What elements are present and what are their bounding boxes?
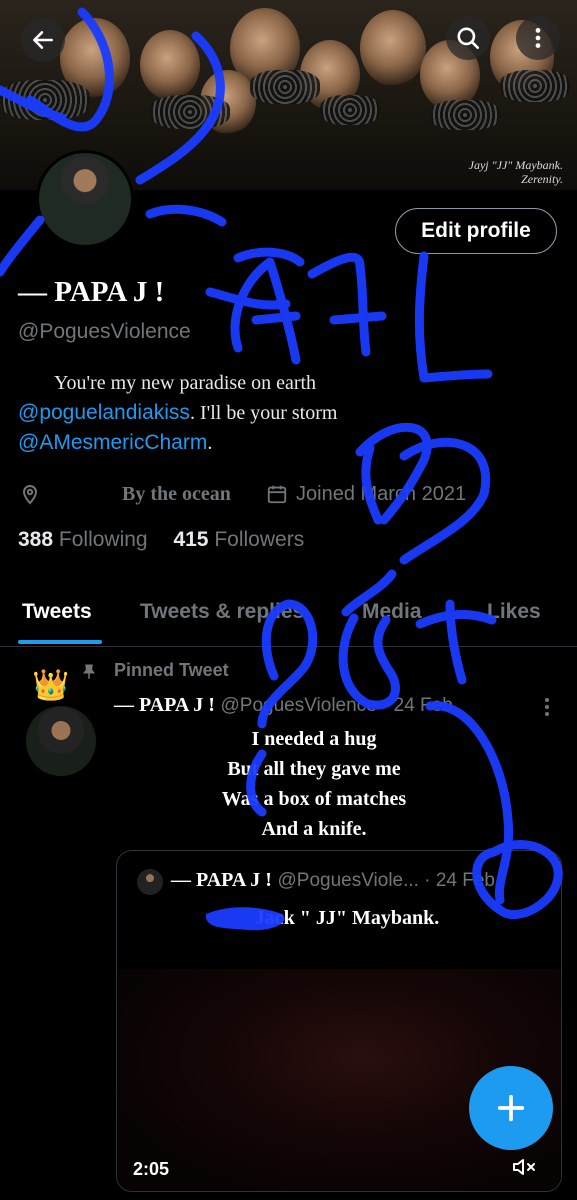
- profile-handle: @PoguesViolence: [18, 320, 191, 343]
- video-duration: 2:05: [133, 1159, 170, 1179]
- join-date-text: Joined March 2021: [296, 482, 467, 505]
- profile-name: — PAPA J !: [18, 276, 165, 308]
- plus-icon: [497, 1094, 525, 1122]
- banner-signature: Jayj "JJ" Maybank. Zerenity.: [468, 158, 563, 186]
- bio-line: You're my new paradise on earth: [54, 372, 317, 394]
- tweet-more-icon[interactable]: [540, 696, 554, 718]
- tweet-line: I needed a hug: [251, 728, 377, 750]
- tweet-avatar[interactable]: [26, 706, 96, 776]
- followers-label: Followers: [214, 528, 305, 551]
- quoted-tweet-header: — PAPA J ! @PoguesViole... · 24 Feb: [171, 869, 495, 892]
- tweet-text: I needed a hug But all they gave me Was …: [114, 724, 514, 844]
- tweet-author-name[interactable]: — PAPA J !: [114, 694, 215, 716]
- tweet-line: And a knife.: [261, 818, 367, 840]
- mute-icon[interactable]: [511, 1155, 537, 1179]
- profile-tabs: Tweets Tweets & replies Media Likes: [0, 590, 577, 647]
- bio-text: .: [207, 432, 213, 454]
- bio-line: @AMesmericCharm.: [18, 428, 558, 458]
- arrow-left-icon: [33, 31, 53, 49]
- crown-emoji: 👑: [32, 669, 70, 702]
- quoted-tweet-text: Jack " JJ" Maybank.: [254, 907, 440, 929]
- pinned-tweet-label: Pinned Tweet: [114, 660, 229, 680]
- quoted-author-name: — PAPA J !: [171, 869, 272, 891]
- bio-text: . I'll be your storm: [189, 402, 338, 424]
- more-vertical-icon: [535, 28, 541, 48]
- tweet-header: — PAPA J ! @PoguesViolence · 24 Feb: [114, 694, 453, 717]
- location: By the ocean: [18, 480, 231, 508]
- bio-mention-link[interactable]: @poguelandiakiss: [18, 401, 190, 424]
- following-count: 388: [18, 528, 54, 551]
- bio-line: @poguelandiakiss. I'll be your storm: [18, 398, 558, 428]
- edit-profile-button[interactable]: Edit profile: [395, 208, 557, 254]
- followers-link[interactable]: 415 Followers: [173, 528, 304, 551]
- profile-bio: You're my new paradise on earth @poguela…: [18, 368, 558, 458]
- active-tab-indicator: [18, 640, 102, 644]
- following-link[interactable]: 388 Following: [18, 528, 148, 551]
- quoted-handle-time: @PoguesViole... · 24 Feb: [277, 870, 495, 891]
- profile-avatar[interactable]: [36, 150, 134, 248]
- tab-likes[interactable]: Likes: [487, 590, 541, 646]
- tab-tweets[interactable]: Tweets: [22, 590, 92, 646]
- location-pin-icon: [22, 485, 38, 505]
- join-date: Joined March 2021: [266, 480, 466, 508]
- tab-tweets-replies[interactable]: Tweets & replies: [140, 590, 304, 646]
- follow-counts: 388 Following 415 Followers: [18, 528, 304, 552]
- tab-media[interactable]: Media: [362, 590, 422, 646]
- bio-mention-link[interactable]: @AMesmericCharm: [18, 431, 207, 454]
- pin-icon: [83, 664, 95, 679]
- more-options-button[interactable]: [516, 16, 560, 60]
- compose-tweet-button[interactable]: [469, 1066, 553, 1150]
- following-label: Following: [58, 528, 148, 551]
- quoted-tweet-avatar: [137, 869, 163, 895]
- back-button[interactable]: [21, 18, 65, 62]
- tweet-line: But all they gave me: [227, 758, 401, 780]
- calendar-icon: [267, 485, 287, 504]
- followers-count: 415: [173, 528, 209, 551]
- tweet-line: Was a box of matches: [221, 788, 407, 810]
- search-icon: [457, 27, 480, 50]
- search-button[interactable]: [446, 16, 490, 60]
- tweet-handle-time: @PoguesViolence · 24 Feb: [220, 695, 453, 716]
- location-text: By the ocean: [122, 482, 231, 505]
